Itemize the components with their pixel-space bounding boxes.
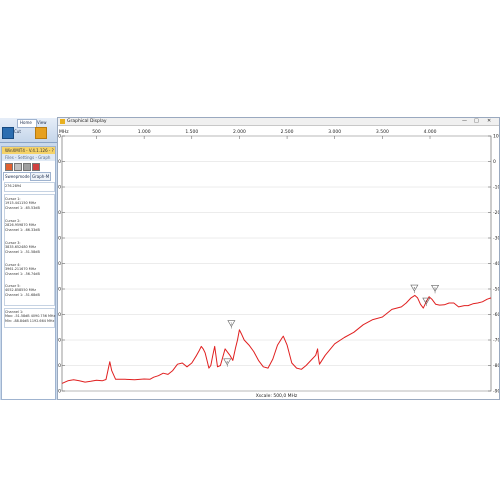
- cut-button[interactable]: Cut: [14, 129, 21, 134]
- cursor-marker-label: 2: [226, 360, 228, 364]
- stop-icon[interactable]: [32, 163, 40, 171]
- paste-icon[interactable]: [2, 127, 14, 139]
- y-tick-label-right: -70: [493, 338, 499, 344]
- save-icon[interactable]: [14, 163, 22, 171]
- x-tick-label: 500: [92, 129, 101, 135]
- minimize-button[interactable]: —: [462, 119, 467, 124]
- y-tick-label-right: -20: [493, 210, 499, 216]
- y-tick-label-right: -80: [493, 363, 499, 369]
- control-panel: WinXMIT4 - V.4.1.126 - ? Files - Setting…: [1, 146, 56, 400]
- y-tick-label-left: -40: [58, 261, 61, 267]
- y-tick-label-left: -80: [58, 363, 61, 369]
- x-tick-label: 3.500: [376, 129, 389, 135]
- y-tick-label-right: -60: [493, 312, 499, 318]
- info-value: 276.2894: [5, 184, 22, 188]
- panel-tabs: Sweepmode Graph-M: [2, 172, 55, 181]
- y-tick-label-left: 0: [58, 159, 61, 165]
- channel-summary-text: Channel 1: Max: -51.58dB 4090.756 MHz Min:…: [5, 310, 56, 323]
- x-tick-label: 2.000: [233, 129, 246, 135]
- y-tick-label-right: 0: [493, 159, 496, 165]
- maximize-button[interactable]: □: [474, 119, 479, 124]
- tab-graph-m[interactable]: Graph-M: [30, 172, 52, 181]
- y-tick-label-right: -40: [493, 261, 499, 267]
- x-tick-label: 1.000: [138, 129, 151, 135]
- cursor-marker-label: 4: [425, 299, 427, 303]
- cursor-5: Cursor 5: 4052.858550 MHz Channel 1: -51.6…: [5, 284, 40, 297]
- tab-sweepmode[interactable]: Sweepmode: [3, 172, 32, 181]
- y-tick-label-right: -90: [493, 389, 499, 395]
- y-tick-label-left: -20: [58, 210, 61, 216]
- background-app-window: Home View Cut WinXMIT4 - V.4.1.126 - ? F…: [0, 118, 59, 400]
- graph-window-title: Graphical Display: [67, 119, 107, 124]
- close-button[interactable]: ✕: [487, 119, 491, 124]
- cursor-3: Cursor 3: 3835.652480 MHz Channel 1: -51.5…: [5, 241, 40, 254]
- cursor-marker-label: 3: [413, 286, 415, 290]
- y-tick-label-left: -50: [58, 287, 61, 293]
- x-tick-label: 3.000: [328, 129, 341, 135]
- y-tick-label-right: -50: [493, 287, 499, 293]
- record-icon[interactable]: [5, 163, 13, 171]
- cursor-2: Cursor 2: 2826.959870 MHz Channel 1: -66.3…: [5, 219, 40, 232]
- y-tick-label-right: -30: [493, 236, 499, 242]
- cursor-1: Cursor 1: 1915.441150 MHz Channel 1: -65.5…: [5, 197, 40, 210]
- y-tick-label-right: 10: [493, 134, 499, 140]
- panel-menu[interactable]: Files - Settings - Graph: [2, 154, 55, 161]
- x-axis-label: Xscale: 500,0 MHz: [256, 393, 298, 399]
- y-tick-label-left: -60: [58, 312, 61, 318]
- app-icon: [60, 119, 65, 124]
- y-tick-label-left: -90: [58, 389, 61, 395]
- ribbon-tab-home[interactable]: Home: [18, 119, 34, 126]
- folder-icon[interactable]: [35, 127, 47, 139]
- x-tick-label: 2.500: [281, 129, 294, 135]
- y-tick-label-left: -70: [58, 338, 61, 344]
- panel-title: WinXMIT4 - V.4.1.126 - ?: [2, 147, 55, 154]
- y-tick-label-left: -10: [58, 185, 61, 191]
- y-tick-label-left: -30: [58, 236, 61, 242]
- ribbon-tab-view[interactable]: View: [35, 119, 49, 126]
- cursor-marker-label: 1: [230, 322, 232, 326]
- graphical-display-window[interactable]: Graphical Display — □ ✕ 101000-10-10-20-…: [57, 117, 500, 400]
- cursor-4: Cursor 4: 3961.211670 MHz Channel 1: -56.7…: [5, 263, 40, 276]
- ribbon: Home View Cut: [0, 118, 58, 143]
- cursor-marker-label: 5: [434, 286, 436, 290]
- graph-plot[interactable]: 101000-10-10-20-20-30-30-40-40-50-50-60-…: [58, 125, 499, 399]
- x-unit-label: MHz: [59, 129, 69, 135]
- print-icon[interactable]: [23, 163, 31, 171]
- x-tick-label: 4.000: [424, 129, 437, 135]
- x-tick-label: 1.500: [185, 129, 198, 135]
- y-tick-label-right: -10: [493, 185, 499, 191]
